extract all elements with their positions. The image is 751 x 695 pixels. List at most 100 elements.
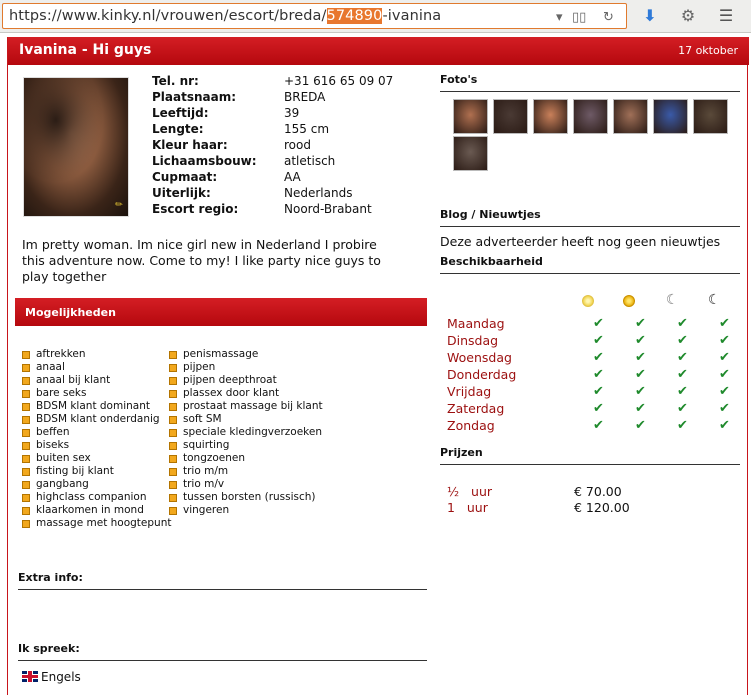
- option-label: pijpen deepthroat: [183, 374, 277, 386]
- option-item: tongzoenen: [169, 452, 323, 465]
- option-item: soft SM: [169, 413, 323, 426]
- check-icon: ✔: [677, 350, 688, 365]
- reload-icon[interactable]: ↻: [603, 10, 614, 25]
- bullet-icon: [169, 390, 177, 398]
- check-icon: ✔: [593, 401, 604, 416]
- day-label: Woensdag: [447, 350, 512, 365]
- url-text[interactable]: https://www.kinky.nl/vrouwen/escort/bred…: [9, 8, 441, 24]
- bullet-icon: [169, 364, 177, 372]
- bullet-icon: [169, 507, 177, 515]
- photo-thumbnail[interactable]: [533, 99, 568, 134]
- field-value: BREDA: [284, 90, 326, 104]
- divider: [440, 91, 740, 92]
- prices-title: Prijzen: [440, 446, 483, 459]
- check-icon: ✔: [593, 333, 604, 348]
- post-date: 17 oktober: [678, 44, 738, 57]
- bullet-icon: [169, 416, 177, 424]
- bullet-icon: [22, 455, 30, 463]
- option-label: vingeren: [183, 504, 230, 516]
- option-item: anaal: [22, 361, 171, 374]
- availability-title: Beschikbaarheid: [440, 255, 543, 268]
- bullet-icon: [169, 481, 177, 489]
- blog-title: Blog / Nieuwtjes: [440, 208, 541, 221]
- option-label: buiten sex: [36, 452, 91, 464]
- dropdown-arrow-icon[interactable]: ▾: [556, 10, 563, 25]
- check-icon: ✔: [719, 333, 730, 348]
- field-value: atletisch: [284, 154, 336, 168]
- option-label: plassex door klant: [183, 387, 280, 399]
- uk-flag-icon: [22, 671, 38, 682]
- menu-icon[interactable]: ☰: [716, 6, 736, 26]
- field-label: Cupmaat:: [152, 170, 218, 184]
- check-icon: ✔: [635, 384, 646, 399]
- field-value: 155 cm: [284, 122, 330, 136]
- day-label: Dinsdag: [447, 333, 499, 348]
- option-label: bare seks: [36, 387, 87, 399]
- check-icon: ✔: [593, 350, 604, 365]
- check-icon: ✔: [635, 333, 646, 348]
- evening-moon-icon: ☾: [666, 292, 679, 308]
- option-item: prostaat massage bij klant: [169, 400, 323, 413]
- check-icon: ✔: [719, 367, 730, 382]
- check-icon: ✔: [677, 418, 688, 433]
- language-label: Engels: [41, 670, 81, 684]
- check-icon: ✔: [635, 350, 646, 365]
- bullet-icon: [22, 468, 30, 476]
- bullet-icon: [169, 429, 177, 437]
- bullet-icon: [22, 481, 30, 489]
- bullet-icon: [169, 494, 177, 502]
- divider: [440, 273, 740, 274]
- day-label: Zaterdag: [447, 401, 505, 416]
- option-label: prostaat massage bij klant: [183, 400, 323, 412]
- price-quantity: ½ uur: [447, 484, 492, 499]
- check-icon: ✔: [635, 418, 646, 433]
- option-item: anaal bij klant: [22, 374, 171, 387]
- profile-photo[interactable]: ✎: [23, 77, 129, 217]
- option-item: biseks: [22, 439, 171, 452]
- check-icon: ✔: [719, 401, 730, 416]
- option-label: anaal: [36, 361, 65, 373]
- bullet-icon: [22, 403, 30, 411]
- field-label: Lengte:: [152, 122, 204, 136]
- option-item: squirting: [169, 439, 323, 452]
- browser-toolbar: https://www.kinky.nl/vrouwen/escort/bred…: [0, 0, 751, 33]
- photo-thumbnail[interactable]: [453, 136, 488, 171]
- option-item: vingeren: [169, 504, 323, 517]
- photo-thumbnail[interactable]: [613, 99, 648, 134]
- photo-thumbnail[interactable]: [573, 99, 608, 134]
- check-icon: ✔: [635, 367, 646, 382]
- day-label: Vrijdag: [447, 384, 492, 399]
- photo-thumbnail[interactable]: [453, 99, 488, 134]
- divider: [18, 660, 427, 661]
- field-label: Lichaamsbouw:: [152, 154, 257, 168]
- photo-thumbnail[interactable]: [653, 99, 688, 134]
- photos-title: Foto's: [440, 73, 478, 86]
- afternoon-sun-icon: [623, 295, 635, 307]
- field-value: Nederlands: [284, 186, 353, 200]
- option-item: aftrekken: [22, 348, 171, 361]
- price-value: € 120.00: [574, 500, 630, 515]
- reader-view-icon[interactable]: ▯▯: [572, 10, 586, 25]
- field-value: Noord-Brabant: [284, 202, 372, 216]
- extension-icon[interactable]: ⚙: [678, 6, 698, 26]
- field-value: rood: [284, 138, 311, 152]
- bullet-icon: [22, 429, 30, 437]
- photo-thumbnail[interactable]: [693, 99, 728, 134]
- divider: [440, 464, 740, 465]
- bullet-icon: [22, 494, 30, 502]
- divider: [440, 226, 740, 227]
- option-label: trio m/m: [183, 465, 229, 477]
- price-qty: 1: [447, 500, 455, 515]
- check-icon: ✔: [593, 316, 604, 331]
- bullet-icon: [169, 403, 177, 411]
- url-field[interactable]: https://www.kinky.nl/vrouwen/escort/bred…: [2, 3, 627, 29]
- download-icon[interactable]: ⬇: [640, 6, 660, 26]
- bullet-icon: [22, 351, 30, 359]
- option-label: massage met hoogtepunt: [36, 517, 172, 529]
- photo-thumbnail[interactable]: [493, 99, 528, 134]
- option-item: pijpen: [169, 361, 323, 374]
- option-label: soft SM: [183, 413, 222, 425]
- option-item: trio m/v: [169, 478, 323, 491]
- option-item: klaarkomen in mond: [22, 504, 171, 517]
- option-label: aftrekken: [36, 348, 86, 360]
